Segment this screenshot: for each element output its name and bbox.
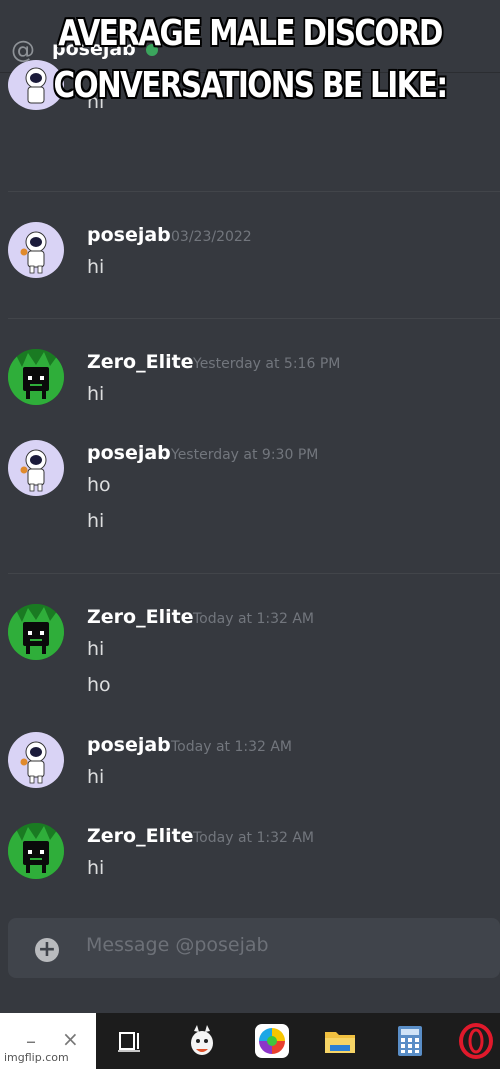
astronaut-icon bbox=[20, 741, 47, 784]
watermark: imgflip.com bbox=[4, 1051, 69, 1064]
message-text: ho bbox=[87, 674, 111, 696]
message-text: hi bbox=[87, 256, 105, 278]
message-timestamp: Yesterday at 9:30 PM bbox=[171, 447, 319, 463]
close-button[interactable]: × bbox=[62, 1027, 79, 1051]
message-author[interactable]: posejab bbox=[87, 442, 171, 464]
taskbar: – × bbox=[0, 1013, 500, 1069]
astronaut-icon bbox=[20, 449, 47, 492]
message-text: hi bbox=[87, 766, 105, 788]
llama-app-icon[interactable] bbox=[184, 1023, 220, 1059]
message-author[interactable]: posejab bbox=[87, 224, 171, 246]
message-divider bbox=[8, 191, 500, 192]
message-text: ho bbox=[87, 474, 111, 496]
message-timestamp: Yesterday at 5:16 PM bbox=[193, 356, 341, 372]
avatar[interactable] bbox=[8, 823, 64, 879]
avatar[interactable] bbox=[8, 440, 64, 496]
message-composer: + bbox=[8, 918, 500, 978]
message-text: hi bbox=[87, 383, 105, 405]
calculator-icon[interactable] bbox=[392, 1023, 428, 1059]
message-author[interactable]: Zero_Elite bbox=[87, 351, 194, 373]
message-timestamp: Today at 1:32 AM bbox=[193, 830, 315, 846]
avatar[interactable] bbox=[8, 222, 64, 278]
message-divider bbox=[8, 573, 500, 574]
minimize-button[interactable]: – bbox=[26, 1029, 36, 1053]
message-author[interactable]: Zero_Elite bbox=[87, 606, 194, 628]
astronaut-icon bbox=[20, 231, 47, 274]
message-timestamp: 03/23/2022 bbox=[171, 229, 252, 245]
message-text: hi bbox=[87, 638, 105, 660]
color-wheel-app-icon[interactable] bbox=[254, 1023, 290, 1059]
message-text: hi bbox=[87, 510, 105, 532]
task-view-icon[interactable] bbox=[112, 1023, 148, 1059]
message-timestamp: Today at 1:32 AM bbox=[171, 739, 293, 755]
message-divider bbox=[8, 318, 500, 319]
avatar[interactable] bbox=[8, 604, 64, 660]
message-author[interactable]: Zero_Elite bbox=[87, 825, 194, 847]
avatar[interactable] bbox=[8, 349, 64, 405]
opera-browser-icon[interactable] bbox=[458, 1023, 494, 1059]
black-cube-icon bbox=[8, 604, 64, 660]
message-text: hi bbox=[87, 857, 105, 879]
black-cube-icon bbox=[8, 823, 64, 879]
message-timestamp: Today at 1:32 AM bbox=[193, 611, 315, 627]
black-cube-icon bbox=[8, 349, 64, 405]
file-explorer-icon[interactable] bbox=[322, 1023, 358, 1059]
plus-circle-icon[interactable]: + bbox=[35, 938, 59, 962]
message-input[interactable] bbox=[86, 934, 486, 956]
meme-caption: AVERAGE MALE DISCORD CONVERSATIONS BE LI… bbox=[53, 13, 449, 106]
message-author[interactable]: posejab bbox=[87, 734, 171, 756]
at-sign-icon: @ bbox=[11, 36, 35, 64]
avatar[interactable] bbox=[8, 732, 64, 788]
